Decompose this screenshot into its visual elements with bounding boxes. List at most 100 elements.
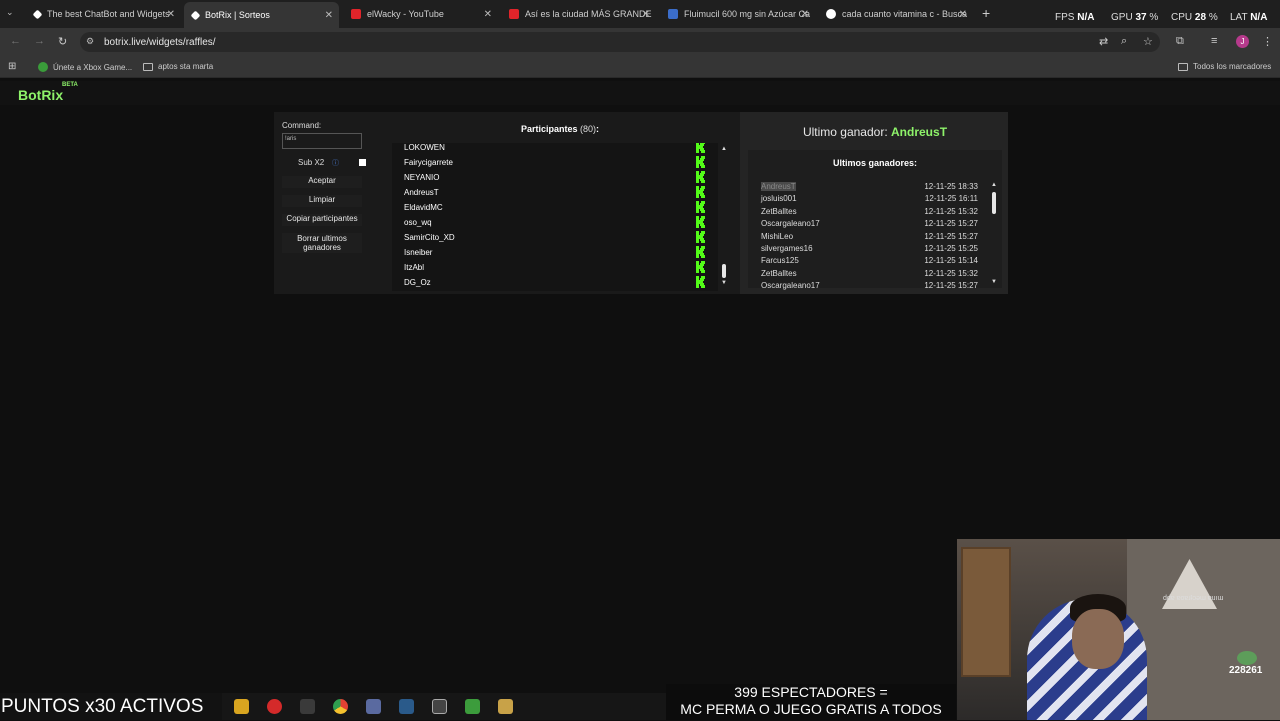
- participant-row[interactable]: Isneiber: [392, 245, 710, 260]
- profile-avatar[interactable]: J: [1236, 35, 1249, 48]
- logo-text: BotRix: [18, 87, 64, 103]
- url-text: botrix.live/widgets/raffles/: [104, 36, 216, 48]
- apps-grid-icon[interactable]: ⊞: [8, 61, 16, 72]
- winner-name: silvergames16: [761, 244, 813, 253]
- zoom-icon[interactable]: ⌕: [1121, 35, 1127, 48]
- fps-label: FPS: [1055, 12, 1075, 23]
- participant-row[interactable]: ItzAbl: [392, 260, 710, 275]
- winner-row[interactable]: MishiLeo 12-11-25 15:27: [761, 231, 987, 243]
- close-icon[interactable]: ✕: [642, 9, 650, 20]
- info-icon[interactable]: ⓘ: [332, 158, 339, 168]
- tab-title: Fluimucil 600 mg sin Azúcar Ca: [684, 9, 811, 19]
- app-icon[interactable]: [300, 699, 315, 714]
- bookmarks-bar: ⊞ Únete a Xbox Game... aptos sta marta T…: [0, 56, 1280, 78]
- winner-row[interactable]: Farcus125 12-11-25 15:14: [761, 255, 987, 267]
- viewers-line-1: 399 ESPECTADORES =: [734, 684, 888, 700]
- bookmark-label: aptos sta marta: [158, 62, 214, 71]
- accept-button[interactable]: Aceptar: [282, 176, 362, 188]
- cpu-label: CPU: [1171, 12, 1193, 23]
- tab-botrix-sorteos[interactable]: BotRix | Sorteos ✕: [184, 2, 339, 28]
- scroll-up-icon[interactable]: ▲: [991, 182, 997, 188]
- chrome-icon[interactable]: [333, 699, 348, 714]
- all-bookmarks-button[interactable]: Todos los marcadores: [1178, 62, 1271, 71]
- participant-row[interactable]: EldavidMC: [392, 200, 710, 215]
- botrix-logo[interactable]: BotRix BETA: [18, 82, 78, 103]
- participant-row[interactable]: NEYANIO: [392, 170, 710, 185]
- clear-button[interactable]: Limpiar: [282, 195, 362, 207]
- league-icon[interactable]: [498, 699, 513, 714]
- address-bar[interactable]: ⚙ botrix.live/widgets/raffles/: [80, 32, 1160, 52]
- forward-icon[interactable]: →: [34, 35, 45, 47]
- participant-row[interactable]: LOKOWEN: [392, 143, 710, 155]
- file-explorer-icon[interactable]: [234, 699, 249, 714]
- winner-date: 12-11-25 15:27: [924, 281, 978, 291]
- kick-icon: [696, 143, 706, 153]
- xbox-icon[interactable]: [465, 699, 480, 714]
- winners-scroll-thumb[interactable]: [992, 192, 996, 214]
- scroll-up-icon[interactable]: ▲: [721, 146, 727, 152]
- tab-google-search[interactable]: cada cuanto vitamina c - Busca ✕: [818, 3, 973, 25]
- tab-fluimucil[interactable]: Fluimucil 600 mg sin Azúcar Ca ✕: [660, 3, 815, 25]
- steam-icon[interactable]: [399, 699, 414, 714]
- folder-icon: [143, 62, 153, 71]
- translate-icon[interactable]: ⇄: [1099, 35, 1108, 48]
- all-bookmarks-label: Todos los marcadores: [1193, 62, 1272, 71]
- kick-icon: [696, 171, 706, 183]
- sub-x2-label: Sub X2: [298, 158, 325, 167]
- winner-row[interactable]: josluis001 12-11-25 16:11: [761, 193, 987, 205]
- reload-icon[interactable]: ↻: [58, 35, 67, 48]
- viewers-overlay: 399 ESPECTADORES = MC PERMA O JUEGO GRAT…: [666, 684, 956, 720]
- bookmark-xbox[interactable]: Únete a Xbox Game...: [38, 62, 132, 72]
- menu-icon[interactable]: ⋮: [1262, 35, 1273, 48]
- tab-search-icon[interactable]: ⌄: [6, 7, 14, 18]
- sub-x2-checkbox[interactable]: [359, 159, 366, 166]
- close-icon[interactable]: ✕: [801, 9, 809, 20]
- obs-icon[interactable]: [432, 699, 447, 714]
- winner-row[interactable]: AndreusT 12-11-25 18:33: [761, 181, 987, 193]
- participant-name: oso_wq: [404, 218, 432, 227]
- last-winner-label: Ultimo ganador:: [802, 125, 888, 139]
- participant-name: ItzAbl: [404, 263, 425, 272]
- winner-row[interactable]: ZetBalltes 12-11-25 15:32: [761, 206, 987, 218]
- tab-chatbot[interactable]: The best ChatBot and Widgets ✕: [26, 3, 181, 25]
- last-winner: Ultimo ganador: AndreusT: [748, 125, 1002, 139]
- tab-youtube-elwacky[interactable]: elWacky - YouTube ✕: [343, 3, 498, 25]
- back-icon[interactable]: ←: [10, 35, 21, 47]
- tab-youtube-ciudad[interactable]: Así es la ciudad MÁS GRANDE ✕: [501, 3, 656, 25]
- youtube-icon: [509, 9, 519, 19]
- participant-row[interactable]: DG_Oz: [392, 275, 710, 290]
- close-icon[interactable]: ✕: [167, 9, 175, 20]
- participant-row[interactable]: Fairycigarrete: [392, 155, 710, 170]
- winner-row[interactable]: Oscargaleano17 12-11-25 15:27: [761, 218, 987, 230]
- close-icon[interactable]: ✕: [325, 10, 333, 21]
- app-icon[interactable]: [366, 699, 381, 714]
- participant-row[interactable]: SamirCito_XD: [392, 230, 710, 245]
- winner-row[interactable]: silvergames16 12-11-25 15:25: [761, 243, 987, 255]
- command-input[interactable]: !aris: [282, 133, 362, 149]
- extensions-icon[interactable]: ⧉: [1176, 35, 1184, 48]
- delete-winners-button[interactable]: Borrar ultimos ganadores: [282, 233, 362, 253]
- winner-row[interactable]: ZetBalltes 12-11-25 15:32: [761, 268, 987, 280]
- reading-list-icon[interactable]: ≡: [1211, 35, 1217, 47]
- kick-icon: [696, 231, 706, 243]
- copy-participants-button[interactable]: Copiar participantes: [282, 214, 362, 226]
- close-icon[interactable]: ✕: [959, 9, 967, 20]
- bookmark-folder-aptos[interactable]: aptos sta marta: [143, 62, 213, 71]
- participant-row[interactable]: oso_wq: [392, 215, 710, 230]
- new-tab-button[interactable]: +: [982, 5, 990, 21]
- site-settings-icon[interactable]: ⚙: [86, 36, 94, 47]
- scroll-down-icon[interactable]: ▼: [991, 279, 997, 285]
- winner-row[interactable]: Oscargaleano17 12-11-25 15:27: [761, 280, 987, 292]
- winner-name: Oscargaleano17: [761, 219, 820, 229]
- scroll-down-icon[interactable]: ▼: [721, 280, 727, 286]
- fps-value: N/A: [1077, 12, 1095, 23]
- participants-scroll-thumb[interactable]: [722, 264, 726, 278]
- participant-row[interactable]: AndreusT: [392, 185, 710, 200]
- opera-icon[interactable]: [267, 699, 282, 714]
- participants-list[interactable]: LOKOWEN Fairycigarrete NEYANIO AndreusT Elda…: [392, 143, 718, 291]
- kick-icon: [696, 201, 706, 213]
- close-icon[interactable]: ✕: [484, 9, 492, 20]
- webcam-shelf: [961, 547, 1011, 677]
- bookmark-star-icon[interactable]: ☆: [1143, 35, 1153, 48]
- tab-title: The best ChatBot and Widgets: [47, 9, 170, 19]
